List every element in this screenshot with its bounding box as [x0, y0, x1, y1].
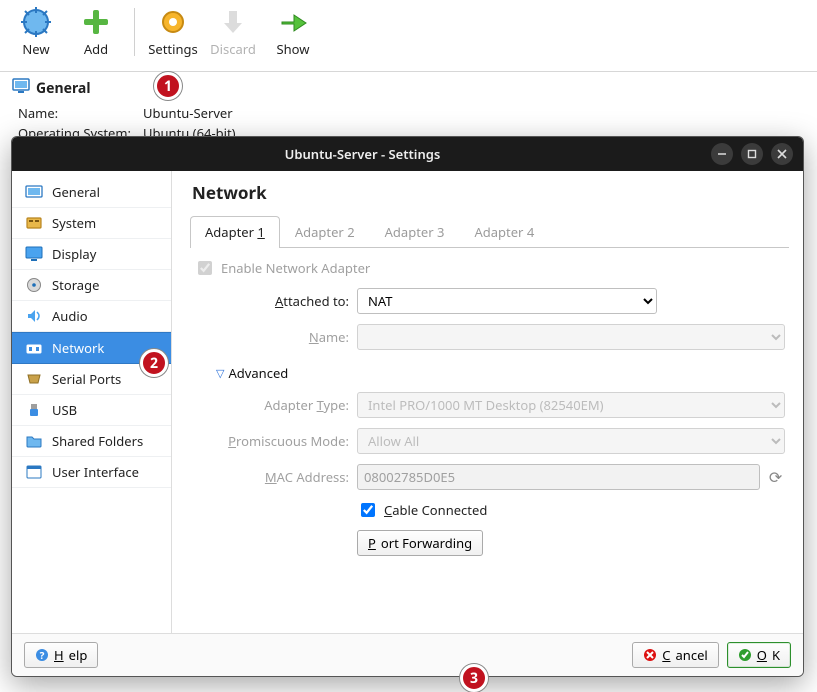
sidebar-label: User Interface — [52, 463, 139, 481]
add-button[interactable]: Add — [68, 2, 124, 58]
mac-label: MAC Address: — [194, 468, 349, 486]
ok-button[interactable]: OK — [727, 642, 791, 668]
dialog-footer: ? Help Cancel OK — [12, 633, 803, 676]
toolbar-separator — [134, 8, 135, 56]
cable-checkbox[interactable] — [361, 503, 375, 517]
settings-label: Settings — [145, 40, 201, 58]
settings-sidebar: General System Display Storage Audio Net… — [12, 171, 172, 633]
port-forwarding-button[interactable]: Port Forwarding — [357, 530, 483, 556]
cancel-button[interactable]: Cancel — [632, 642, 718, 668]
serial-icon — [24, 371, 44, 387]
sidebar-item-audio[interactable]: Audio — [12, 301, 171, 332]
svg-text:?: ? — [40, 648, 45, 662]
monitor-icon — [12, 78, 30, 98]
network-icon — [24, 340, 44, 356]
show-label: Show — [265, 40, 321, 58]
sidebar-item-storage[interactable]: Storage — [12, 270, 171, 301]
sidebar-item-usb[interactable]: USB — [12, 395, 171, 426]
adapter-type-label: Adapter Type: — [194, 396, 349, 414]
settings-content: Network Adapter 1 Adapter 2 Adapter 3 Ad… — [172, 171, 803, 633]
usb-icon — [24, 402, 44, 418]
show-button[interactable]: Show — [265, 2, 321, 58]
tab-adapter-1[interactable]: Adapter 1 — [190, 216, 280, 248]
settings-button[interactable]: Settings — [145, 2, 201, 58]
tab-adapter-2[interactable]: Adapter 2 — [280, 216, 370, 247]
general-icon — [24, 184, 44, 200]
adapter-tabbar: Adapter 1 Adapter 2 Adapter 3 Adapter 4 — [190, 216, 789, 248]
summary-name-label: Name: — [18, 104, 141, 122]
sidebar-label: General — [52, 183, 100, 201]
callout-2: 2 — [140, 349, 168, 377]
name-label: Name: — [194, 328, 349, 346]
storage-icon — [24, 277, 44, 293]
folder-icon — [24, 433, 44, 449]
callout-3: 3 — [460, 664, 488, 692]
discard-label: Discard — [205, 40, 261, 58]
new-button[interactable]: New — [8, 2, 64, 58]
promisc-label: Promiscuous Mode: — [194, 432, 349, 450]
attached-select[interactable]: NAT — [357, 288, 657, 314]
sidebar-item-general[interactable]: General — [12, 177, 171, 208]
maximize-button[interactable] — [741, 143, 763, 165]
chevron-down-icon: ▽ — [216, 366, 224, 381]
summary-section-title: General — [36, 79, 91, 98]
promisc-select: Allow All — [357, 428, 785, 454]
enable-adapter-label: Enable Network Adapter — [221, 259, 370, 277]
sidebar-label: Audio — [52, 307, 88, 325]
add-label: Add — [68, 40, 124, 58]
advanced-toggle[interactable]: ▽ Advanced — [216, 364, 785, 382]
adapter-type-select: Intel PRO/1000 MT Desktop (82540EM) — [357, 392, 785, 418]
minimize-button[interactable] — [711, 143, 733, 165]
tab-adapter-3[interactable]: Adapter 3 — [370, 216, 460, 247]
sidebar-label: Storage — [52, 276, 99, 294]
sidebar-label: Shared Folders — [52, 432, 143, 450]
tab-adapter-4[interactable]: Adapter 4 — [459, 216, 549, 247]
sidebar-label: USB — [52, 401, 77, 419]
name-select — [357, 324, 785, 350]
system-icon — [24, 215, 44, 231]
sidebar-item-system[interactable]: System — [12, 208, 171, 239]
mac-input — [357, 464, 760, 490]
sidebar-label: System — [52, 214, 96, 232]
dialog-titlebar: Ubuntu-Server - Settings — [12, 137, 803, 171]
main-toolbar: New Add Settings Discard Show — [0, 0, 817, 72]
close-button[interactable] — [771, 143, 793, 165]
audio-icon — [24, 308, 44, 324]
sidebar-label: Display — [52, 245, 96, 263]
page-heading: Network — [192, 181, 789, 204]
sidebar-item-ui[interactable]: User Interface — [12, 457, 171, 488]
summary-name-value: Ubuntu-Server — [143, 104, 246, 122]
sidebar-label: Network — [52, 339, 104, 357]
dialog-title: Ubuntu-Server - Settings — [22, 145, 703, 163]
callout-1: 1 — [154, 72, 182, 100]
sidebar-item-shared[interactable]: Shared Folders — [12, 426, 171, 457]
display-icon — [24, 246, 44, 262]
cable-check[interactable]: Cable Connected — [357, 500, 512, 520]
attached-label: Attached to: — [194, 292, 349, 310]
enable-adapter-check[interactable]: Enable Network Adapter — [194, 258, 785, 278]
settings-dialog: Ubuntu-Server - Settings General System … — [11, 136, 804, 677]
new-label: New — [8, 40, 64, 58]
enable-adapter-checkbox[interactable] — [198, 261, 212, 275]
sidebar-label: Serial Ports — [52, 370, 121, 388]
ui-icon — [24, 464, 44, 480]
help-button[interactable]: ? Help — [24, 642, 98, 668]
discard-button: Discard — [205, 2, 261, 58]
refresh-icon[interactable]: ⟳ — [766, 466, 785, 488]
sidebar-item-display[interactable]: Display — [12, 239, 171, 270]
